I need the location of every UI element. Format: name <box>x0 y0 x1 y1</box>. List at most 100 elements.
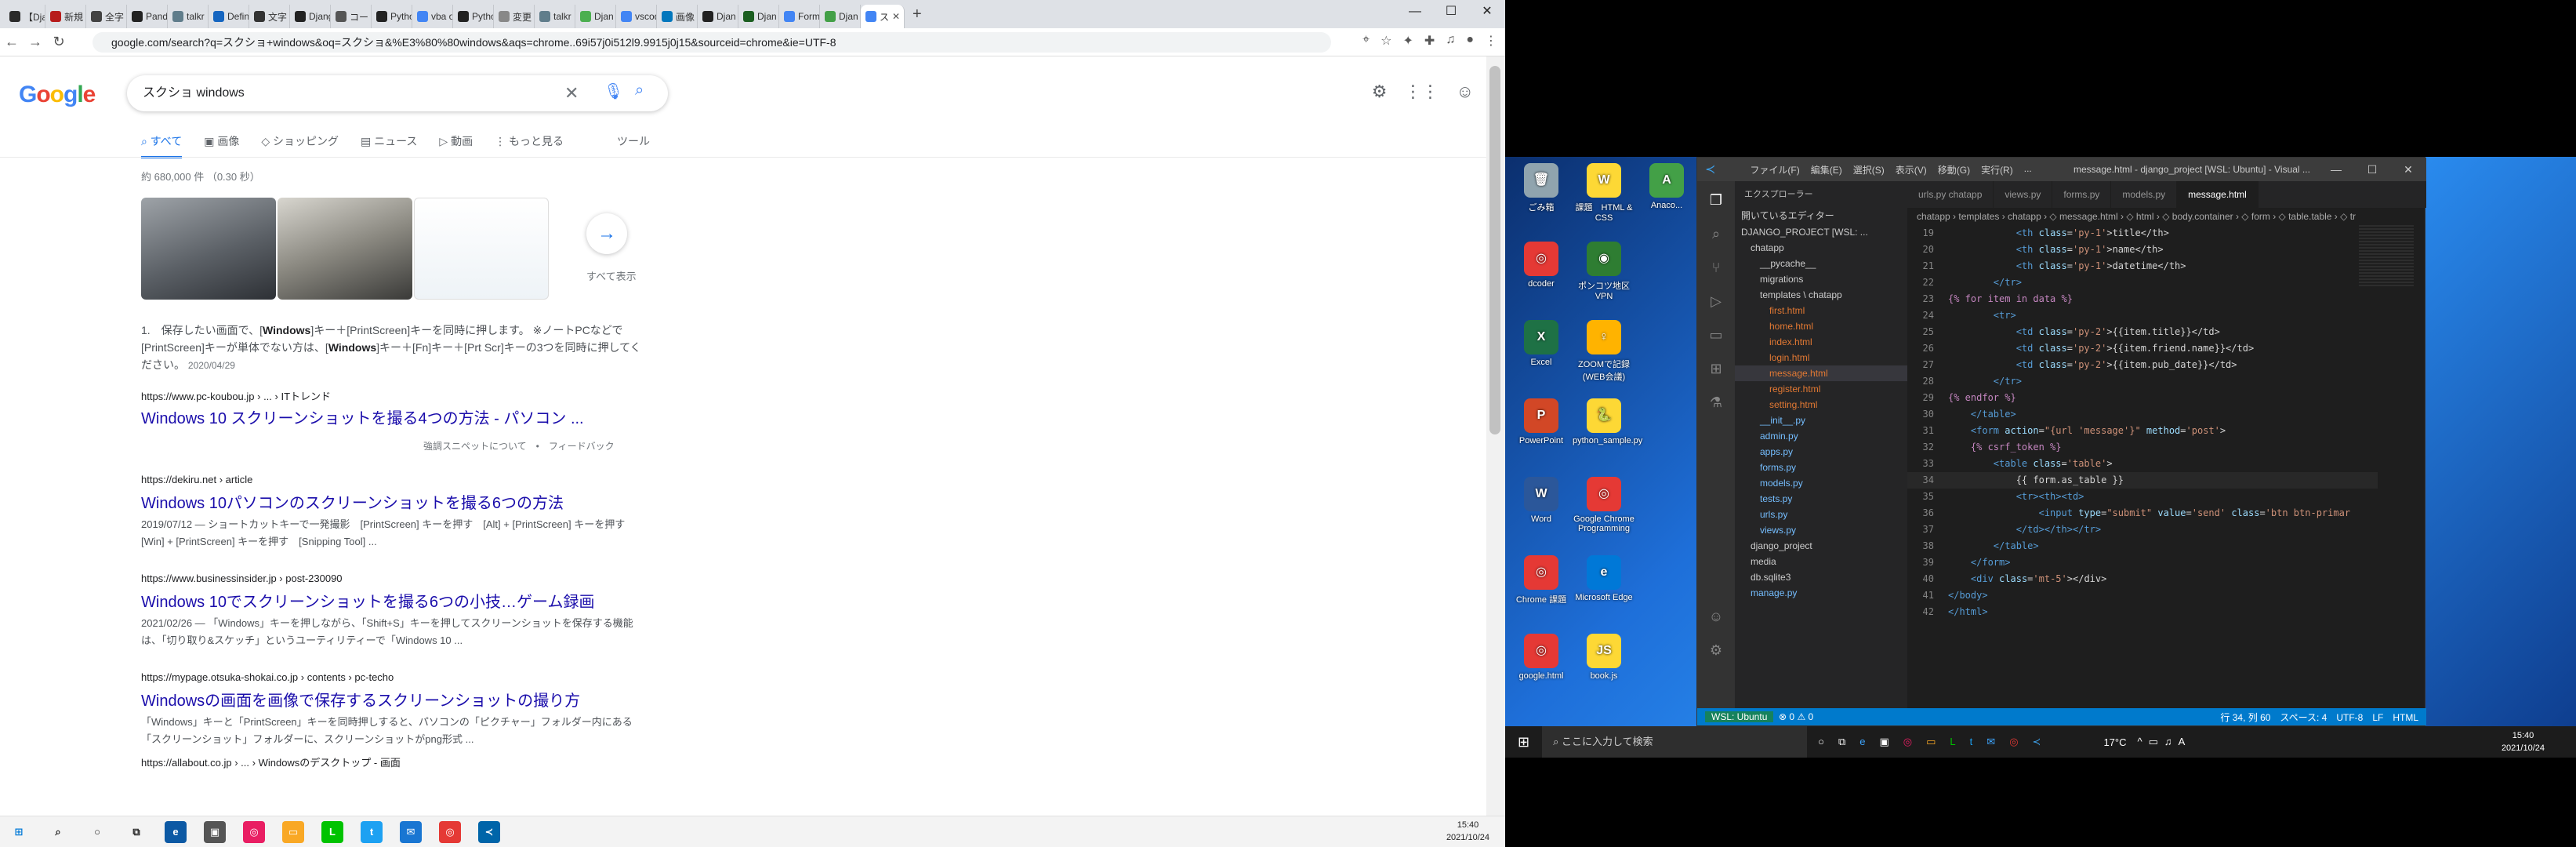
tab-close-icon[interactable]: ✕ <box>892 11 900 22</box>
line-icon[interactable]: L <box>1950 736 1955 748</box>
breadcrumb[interactable]: chatapp › templates › chatapp › ◇ messag… <box>1907 208 2426 225</box>
browser-tab[interactable]: Pytho <box>453 5 494 28</box>
result-url[interactable]: https://www.businessinsider.jp › post-23… <box>141 573 651 584</box>
chrome-taskbar-icon[interactable]: ◎ <box>439 820 461 843</box>
tree-item[interactable]: django_project <box>1735 538 1907 554</box>
tree-item[interactable]: first.html <box>1735 303 1907 318</box>
tray-icons[interactable]: ^▭♫A <box>2137 736 2191 748</box>
vscode-taskbar-icon[interactable]: ≺ <box>2033 736 2041 748</box>
see-all-button[interactable]: → <box>586 213 627 254</box>
result-url[interactable]: https://dekiru.net › article <box>141 474 651 485</box>
browser-tab[interactable]: talkr <box>535 5 575 28</box>
minimize-icon[interactable]: — <box>2318 158 2354 181</box>
desktop-icon[interactable]: X Excel <box>1510 320 1573 367</box>
mic-icon[interactable]: 🎙 <box>604 82 623 101</box>
desktop-icon[interactable]: ♀ ZOOMで記録 (WEB会議) <box>1573 320 1635 383</box>
browser-tab[interactable]: Djan <box>820 5 861 28</box>
result-image-keyboard-1[interactable] <box>141 198 276 300</box>
store-icon[interactable]: ▣ <box>1879 736 1888 748</box>
explorer-files-icon[interactable]: ❐ <box>1710 192 1722 209</box>
profile-icon[interactable]: ● <box>1466 33 1474 49</box>
browser-tab[interactable]: 全字 <box>86 5 127 28</box>
browser-tab[interactable]: コード <box>331 5 372 28</box>
browser-tab[interactable]: talkr <box>168 5 209 28</box>
close-icon[interactable]: ✕ <box>2390 158 2426 181</box>
result-url[interactable]: https://mypage.otsuka-shokai.co.jp › con… <box>141 671 651 683</box>
bookmark-star-icon[interactable]: ☆ <box>1381 33 1391 49</box>
store-icon[interactable]: ▣ <box>204 820 226 843</box>
desktop-icon[interactable]: ◎ Chrome 課題 <box>1510 555 1573 605</box>
left-clock[interactable]: 15:40 2021/10/24 <box>1446 819 1489 844</box>
back-icon[interactable]: ← <box>0 34 24 50</box>
taskbar-search-icon[interactable]: ⌕ <box>47 821 69 843</box>
desktop-icon[interactable]: e Microsoft Edge <box>1573 555 1635 602</box>
weather-temp[interactable]: 17°C <box>2103 736 2126 748</box>
tree-item[interactable]: login.html <box>1735 350 1907 365</box>
browser-tab[interactable]: 【Dja <box>5 5 45 28</box>
app-icon[interactable]: ◎ <box>243 820 265 843</box>
maximize-icon[interactable]: ☐ <box>1433 0 1469 24</box>
remote-indicator[interactable]: WSL: Ubuntu <box>1705 711 1774 722</box>
new-tab-icon[interactable]: + <box>912 5 922 24</box>
tree-item[interactable]: urls.py <box>1735 507 1907 522</box>
tree-item[interactable]: apps.py <box>1735 444 1907 460</box>
result-title[interactable]: Windows 10パソコンのスクリーンショットを撮る6つの方法 <box>141 490 651 513</box>
tab-0[interactable]: ⌕ すべて <box>141 133 183 158</box>
problems-count[interactable]: ⊗ 0 ⚠ 0 <box>1779 711 1813 722</box>
browser-tab[interactable]: Djan <box>738 5 779 28</box>
media-icon[interactable]: ♫ <box>1446 33 1455 49</box>
result-url[interactable]: https://allabout.co.jp › ... › Windowsのデ… <box>141 754 651 769</box>
menu-icon[interactable]: ⋮ <box>1485 33 1497 49</box>
settings-icon[interactable]: ⚙ <box>1372 82 1388 102</box>
menu-item[interactable]: ... <box>2024 163 2032 176</box>
tree-item[interactable]: home.html <box>1735 318 1907 334</box>
app-icon[interactable]: ◎ <box>1903 736 1912 748</box>
menu-item[interactable]: 選択(S) <box>1853 163 1885 176</box>
minimize-icon[interactable]: — <box>1397 0 1433 24</box>
result-title[interactable]: Windowsの画面を画像で保存するスクリーンショットの撮り方 <box>141 688 651 711</box>
remote-explorer-icon[interactable]: ▭ <box>1709 327 1722 344</box>
testing-icon[interactable]: ⚗ <box>1710 394 1722 411</box>
browser-tab[interactable]: Form <box>779 5 820 28</box>
mail-icon[interactable]: ✉ <box>400 820 422 843</box>
google-logo[interactable]: Google <box>19 82 96 108</box>
browser-tab[interactable]: 画像 <box>657 5 698 28</box>
browser-tab[interactable]: 文字 <box>249 5 290 28</box>
editor-tab[interactable]: urls.py chatapp <box>1907 181 1994 208</box>
avatar[interactable]: ☺ <box>1457 82 1474 102</box>
explorer-icon[interactable]: ▭ <box>282 820 304 843</box>
browser-tab[interactable]: Djan <box>698 5 738 28</box>
clear-icon[interactable]: ✕ <box>564 83 579 104</box>
task-view-icon[interactable]: ⧉ <box>125 821 147 843</box>
location-icon[interactable]: ⌖ <box>1362 33 1370 49</box>
menu-item[interactable]: 移動(G) <box>1938 163 1970 176</box>
mail-icon[interactable]: ✉ <box>1986 736 1995 748</box>
account-icon[interactable]: ☺ <box>1709 609 1723 625</box>
apps-grid-icon[interactable]: ⋮⋮ <box>1405 82 1439 102</box>
tab-2[interactable]: ◇ ショッピング <box>261 133 339 158</box>
search-input[interactable]: スクショ windows <box>127 75 668 111</box>
browser-tab[interactable]: vscod <box>616 5 657 28</box>
line-icon[interactable]: L <box>321 820 343 843</box>
tree-item[interactable]: media <box>1735 554 1907 569</box>
tree-item[interactable]: migrations <box>1735 271 1907 287</box>
tree-item[interactable]: 開いているエディター <box>1735 206 1907 224</box>
search-icon[interactable]: ⌕ <box>635 82 644 100</box>
tab-1[interactable]: ▣ 画像 <box>204 133 239 158</box>
editor-tab[interactable]: forms.py <box>2052 181 2112 208</box>
desktop-icon[interactable]: 🗑 ごみ箱 <box>1510 163 1573 213</box>
tab-6[interactable]: ツール <box>617 133 650 158</box>
menu-item[interactable]: 実行(R) <box>1981 163 2013 176</box>
windows-start-icon[interactable]: ⊞ <box>8 821 30 843</box>
tree-item[interactable]: chatapp <box>1735 240 1907 256</box>
edge-icon[interactable]: e <box>1859 736 1865 748</box>
tree-item[interactable]: tests.py <box>1735 491 1907 507</box>
run-debug-icon[interactable]: ▷ <box>1711 293 1722 310</box>
task-view-icon[interactable]: ⧉ <box>1838 736 1845 748</box>
url-field[interactable]: google.com/search?q=スクショ+windows&oq=スクショ… <box>93 32 1331 53</box>
tree-item[interactable]: models.py <box>1735 475 1907 491</box>
edge-icon[interactable]: e <box>165 820 187 843</box>
desktop-icon[interactable]: ◎ dcoder <box>1510 242 1573 289</box>
tab-3[interactable]: ▤ ニュース <box>361 133 417 158</box>
see-all-label[interactable]: すべて表示 <box>586 268 637 283</box>
